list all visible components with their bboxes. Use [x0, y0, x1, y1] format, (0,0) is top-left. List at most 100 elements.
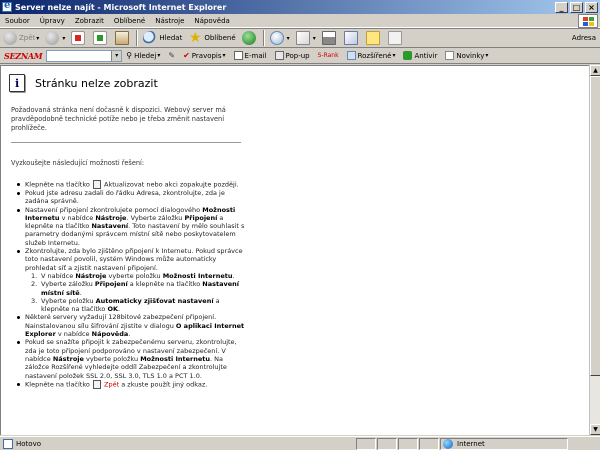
menu-file[interactable]: Soubor	[0, 17, 35, 25]
status-panel	[398, 437, 418, 450]
chevron-down-icon[interactable]: ▾	[111, 50, 122, 61]
menu-help[interactable]: Nápověda	[189, 17, 234, 25]
menu-edit[interactable]: Úpravy	[35, 17, 70, 25]
item-text: vyberte položku	[86, 354, 139, 363]
home-icon	[115, 31, 130, 45]
item-bold: Nastavení	[91, 222, 129, 231]
forward-arrow-icon	[45, 31, 60, 45]
print-button[interactable]	[319, 29, 341, 47]
toolbar-separator	[262, 30, 265, 46]
item-text: Vyberte záložku	[41, 280, 93, 289]
item-text: v nabídce	[57, 330, 90, 339]
globe-icon	[443, 438, 453, 449]
close-button[interactable]: ×	[585, 1, 598, 13]
seznam-antivir-button[interactable]: Antivir	[399, 51, 441, 60]
seznam-srank-button[interactable]: S-Rank	[314, 52, 343, 59]
search-button[interactable]: Hledat	[140, 29, 185, 47]
menu-favorites[interactable]: Oblíbené	[109, 17, 150, 25]
menu-tools[interactable]: Nástroje	[150, 17, 189, 25]
back-label: Zpět	[19, 34, 36, 42]
seznam-email-button[interactable]: E-mail	[230, 51, 271, 60]
pencil-icon: ✎	[168, 51, 176, 60]
item-text: vyberte položku	[108, 271, 161, 280]
item-text: Klepněte na tlačítko	[25, 180, 90, 189]
notes-icon	[365, 31, 380, 45]
mail-button[interactable]: ▾	[293, 29, 319, 47]
maximize-button[interactable]: □	[570, 1, 583, 13]
seznam-logo[interactable]: SEZNAM	[0, 51, 46, 61]
list-item: Klepněte na tlačítko Zpět a zkuste použí…	[15, 379, 245, 389]
error-intro: Požadovaná stránka není dočasně k dispoz…	[11, 106, 226, 132]
vertical-scrollbar[interactable]: ▲ ▼	[589, 65, 600, 435]
home-button[interactable]	[112, 29, 134, 47]
error-header: i Stránku nelze zobrazit	[9, 74, 158, 92]
extended-icon	[346, 51, 356, 60]
list-item: Klepněte na tlačítko Aktualizovat nebo a…	[15, 180, 245, 189]
minimize-button[interactable]: _	[555, 1, 568, 13]
item-bold: Připojení	[94, 280, 128, 289]
item-bold: Možnosti Internetu	[162, 271, 233, 280]
media-button[interactable]	[239, 29, 261, 47]
scroll-up-button[interactable]: ▲	[590, 65, 600, 76]
search-label: Hledat	[159, 34, 183, 42]
edit-icon	[343, 31, 358, 45]
refresh-button[interactable]	[90, 29, 112, 47]
search-icon: ⚲	[126, 51, 133, 60]
status-panel	[377, 437, 397, 450]
menu-view[interactable]: Zobrazit	[70, 17, 109, 25]
step-item: 2. Vyberte záložku Připojení a klepněte …	[31, 280, 239, 297]
seznam-search-input[interactable]: ▾	[46, 49, 123, 62]
seznam-email-label: E-mail	[244, 51, 267, 60]
seznam-extended-label: Rozšířené	[357, 51, 392, 60]
step-item: 1. V nabídce Nástroje vyberte položku Mo…	[31, 271, 235, 280]
seznam-extended-button[interactable]: Rozšířené ▾	[343, 51, 400, 60]
seznam-highlight-button[interactable]: ✎	[164, 51, 179, 60]
chevron-down-icon: ▾	[392, 52, 396, 59]
item-bold: Možnosti Internetu	[140, 354, 211, 363]
discuss-button[interactable]	[385, 29, 407, 47]
item-text: Klepněte na tlačítko	[25, 380, 90, 389]
favorites-label: Oblíbené	[204, 34, 236, 42]
list-item: Nastavení připojení zkontrolujete pomocí…	[15, 206, 245, 247]
edit-button[interactable]	[341, 29, 363, 47]
stop-button[interactable]	[68, 29, 90, 47]
toolbar-separator	[136, 30, 139, 46]
favorites-button[interactable]: ★ Oblíbené	[185, 29, 238, 47]
seznam-spelling-button[interactable]: ✔ Pravopis ▾	[179, 51, 229, 60]
history-icon	[269, 31, 284, 45]
history-button[interactable]: ▾	[267, 29, 293, 47]
scroll-down-button[interactable]: ▼	[590, 424, 600, 435]
seznam-popup-button[interactable]: Pop-up	[271, 51, 314, 60]
standard-toolbar: Zpět ▾ ▾ Hledat ★ Oblíbené ▾ ▾ Adresa	[0, 28, 600, 48]
seznam-news-button[interactable]: Novinky ▾	[441, 51, 492, 60]
search-icon	[143, 31, 158, 45]
security-zone: Internet	[440, 437, 568, 450]
seznam-spelling-label: Pravopis	[191, 51, 222, 60]
step-number: 3.	[31, 296, 38, 305]
info-icon: i	[9, 74, 25, 92]
item-bold: OK	[107, 305, 119, 314]
scroll-thumb[interactable]	[590, 76, 600, 376]
seznam-search-button[interactable]: ⚲ Hledej ▾	[122, 51, 164, 60]
list-item: Pokud se snažíte připojit k zabezpečeném…	[15, 338, 245, 380]
chevron-down-icon: ▾	[485, 52, 489, 59]
item-text: Vyberte položku	[41, 296, 94, 305]
mail-icon	[295, 31, 310, 45]
shield-icon	[403, 51, 413, 60]
back-icon	[92, 379, 101, 389]
seznam-popup-label: Pop-up	[285, 51, 310, 60]
refresh-icon	[92, 180, 101, 189]
item-text: v nabídce	[61, 213, 94, 222]
forward-button[interactable]: ▾	[42, 29, 68, 47]
suggestions-list: Klepněte na tlačítko Aktualizovat nebo a…	[15, 180, 245, 389]
resize-grip-icon[interactable]	[568, 438, 578, 450]
back-link[interactable]: Zpět	[104, 380, 119, 388]
title-bar: Server nelze najít - Microsoft Internet …	[0, 0, 600, 14]
back-button[interactable]: Zpět ▾	[0, 29, 42, 47]
seznam-antivir-label: Antivir	[414, 51, 438, 60]
star-icon: ★	[189, 30, 202, 46]
seznam-toolbar: SEZNAM ▾ ⚲ Hledej ▾ ✎ ✔ Pravopis ▾ E-mai…	[0, 48, 600, 64]
popup-icon	[274, 51, 284, 60]
seznam-search-label: Hledej	[134, 51, 157, 60]
messenger-button[interactable]	[363, 29, 385, 47]
